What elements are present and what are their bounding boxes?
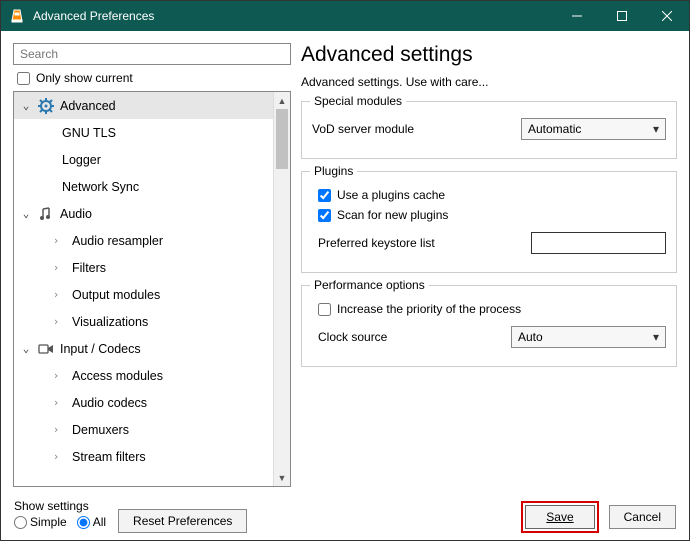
performance-group: Performance options Increase the priorit… [301, 285, 677, 367]
tree-label: Advanced [60, 99, 116, 113]
tree-label: Network Sync [62, 180, 139, 194]
tree-label: GNU TLS [62, 126, 116, 140]
special-modules-group: Special modules VoD server module Automa… [301, 101, 677, 159]
cancel-button[interactable]: Cancel [609, 505, 676, 529]
expand-icon[interactable]: › [52, 315, 60, 328]
plugins-title: Plugins [310, 164, 357, 178]
priority-input[interactable] [318, 303, 331, 316]
simple-radio-label: Simple [30, 515, 67, 529]
special-modules-title: Special modules [310, 94, 406, 108]
only-show-current-label: Only show current [36, 71, 133, 85]
tree-label: Input / Codecs [60, 342, 141, 356]
codec-icon [38, 341, 54, 357]
expand-icon[interactable]: › [52, 423, 60, 436]
search-input[interactable] [13, 43, 291, 65]
scroll-thumb[interactable] [276, 109, 288, 169]
only-show-current-input[interactable] [17, 72, 30, 85]
tree-item-audio-codecs[interactable]: › Audio codecs [14, 389, 273, 416]
tree-scrollbar[interactable]: ▲ ▼ [273, 92, 290, 486]
save-button[interactable]: Save [525, 505, 594, 529]
performance-title: Performance options [310, 278, 429, 292]
tree-label: Audio [60, 207, 92, 221]
priority-checkbox[interactable]: Increase the priority of the process [312, 302, 666, 316]
expand-icon[interactable]: › [52, 288, 60, 301]
app-icon [9, 8, 25, 24]
tree-panel: ⌄ Advanced GNU TLS Logger Network Sync ⌄ Audio… [13, 91, 291, 487]
maximize-button[interactable] [599, 1, 644, 31]
all-radio[interactable]: All [77, 515, 106, 529]
clock-source-value: Auto [518, 330, 543, 344]
page-heading: Advanced settings [301, 43, 677, 67]
vod-server-value: Automatic [528, 122, 581, 136]
vod-server-combo[interactable]: Automatic [521, 118, 666, 140]
simple-radio-input[interactable] [14, 516, 27, 529]
titlebar: Advanced Preferences [1, 1, 689, 31]
tree-item-input-codecs[interactable]: ⌄ Input / Codecs [14, 335, 273, 362]
tree-item-advanced[interactable]: ⌄ Advanced [14, 92, 273, 119]
tree-label: Stream filters [72, 450, 146, 464]
expand-icon[interactable]: › [52, 369, 60, 382]
tree-item-visualizations[interactable]: › Visualizations [14, 308, 273, 335]
tree-item-logger[interactable]: Logger [14, 146, 273, 173]
tree-label: Demuxers [72, 423, 129, 437]
expand-icon[interactable]: › [52, 261, 60, 274]
tree-item-demuxers[interactable]: › Demuxers [14, 416, 273, 443]
expand-icon[interactable]: › [52, 396, 60, 409]
expand-icon[interactable]: ⌄ [20, 207, 32, 220]
expand-icon[interactable]: › [52, 450, 60, 463]
keystore-label: Preferred keystore list [318, 236, 531, 250]
priority-label: Increase the priority of the process [337, 302, 521, 316]
tree-item-network-sync[interactable]: Network Sync [14, 173, 273, 200]
scan-plugins-label: Scan for new plugins [337, 208, 448, 222]
close-button[interactable] [644, 1, 689, 31]
scroll-up-icon[interactable]: ▲ [274, 92, 290, 109]
plugins-group: Plugins Use a plugins cache Scan for new… [301, 171, 677, 273]
gear-icon [38, 98, 54, 114]
tree-label: Audio resampler [72, 234, 163, 248]
tree-item-gnu-tls[interactable]: GNU TLS [14, 119, 273, 146]
tree-label: Access modules [72, 369, 163, 383]
tree-label: Visualizations [72, 315, 148, 329]
show-settings-label2: Show settings [14, 499, 106, 513]
window-title: Advanced Preferences [33, 9, 554, 23]
use-plugins-cache-checkbox[interactable]: Use a plugins cache [312, 188, 666, 202]
page-description: Advanced settings. Use with care... [301, 75, 677, 89]
scroll-down-icon[interactable]: ▼ [274, 469, 290, 486]
tree-item-output-modules[interactable]: › Output modules [14, 281, 273, 308]
clock-source-combo[interactable]: Auto [511, 326, 666, 348]
expand-icon[interactable]: ⌄ [20, 99, 32, 112]
simple-radio[interactable]: Simple [14, 515, 67, 529]
audio-icon [38, 206, 54, 222]
tree-label: Output modules [72, 288, 160, 302]
keystore-input[interactable] [531, 232, 666, 254]
all-radio-label: All [93, 515, 106, 529]
clock-source-label: Clock source [318, 330, 511, 344]
expand-icon[interactable]: › [52, 234, 60, 247]
vod-server-label: VoD server module [312, 122, 521, 136]
minimize-button[interactable] [554, 1, 599, 31]
scan-plugins-checkbox[interactable]: Scan for new plugins [312, 208, 666, 222]
tree-item-audio[interactable]: ⌄ Audio [14, 200, 273, 227]
save-button-highlight: Save [521, 501, 598, 533]
all-radio-input[interactable] [77, 516, 90, 529]
tree-label: Logger [62, 153, 101, 167]
scan-plugins-input[interactable] [318, 209, 331, 222]
tree-label: Audio codecs [72, 396, 147, 410]
only-show-current-checkbox[interactable]: Only show current [13, 71, 291, 85]
tree-item-filters[interactable]: › Filters [14, 254, 273, 281]
expand-icon[interactable]: ⌄ [20, 342, 32, 355]
tree-label: Filters [72, 261, 106, 275]
tree-item-audio-resampler[interactable]: › Audio resampler [14, 227, 273, 254]
tree-item-access-modules[interactable]: › Access modules [14, 362, 273, 389]
preferences-tree[interactable]: ⌄ Advanced GNU TLS Logger Network Sync ⌄ Audio… [14, 92, 273, 486]
use-plugins-cache-input[interactable] [318, 189, 331, 202]
use-plugins-cache-label: Use a plugins cache [337, 188, 445, 202]
reset-preferences-button[interactable]: Reset Preferences [118, 509, 247, 533]
tree-item-stream-filters[interactable]: › Stream filters [14, 443, 273, 470]
